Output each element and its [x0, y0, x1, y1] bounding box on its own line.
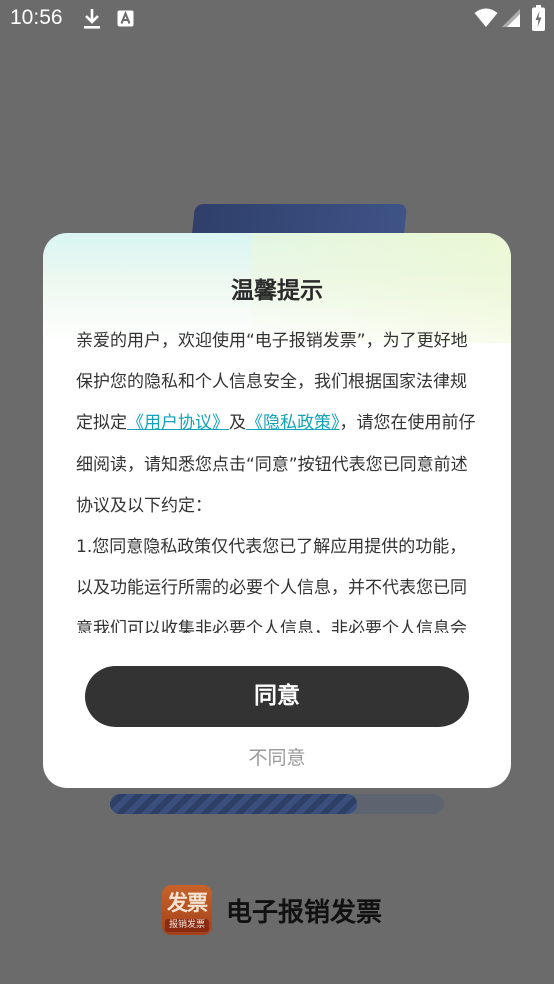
- user-agreement-link[interactable]: 《用户协议》: [127, 413, 229, 433]
- wifi-icon: [474, 8, 498, 27]
- loading-progress-bar: [110, 794, 444, 814]
- dialog-title: 温馨提示: [231, 278, 323, 304]
- battery-charging-icon: [532, 5, 545, 31]
- download-icon: [84, 9, 100, 29]
- dialog-paragraph-2: 1.您同意隐私政策仅代表您已了解应用提供的功能，以及功能运行所需的必要个人信息，…: [76, 537, 467, 633]
- loading-progress-fill: [110, 794, 358, 814]
- privacy-policy-link[interactable]: 《隐私政策》: [246, 413, 340, 433]
- disagree-button[interactable]: 不同意: [43, 743, 511, 770]
- dialog-body[interactable]: 亲爱的用户，欢迎使用“电子报销发票”，为了更好地保护您的隐私和个人信息安全，我们…: [76, 321, 482, 633]
- privacy-dialog: 温馨提示 亲爱的用户，欢迎使用“电子报销发票”，为了更好地保护您的隐私和个人信息…: [43, 233, 511, 788]
- font-a-icon: [117, 10, 134, 27]
- status-time: 10:56: [10, 6, 63, 29]
- signal-icon: [502, 9, 520, 27]
- app-logo-top-text: 发票: [167, 891, 208, 915]
- app-logo-bottom-text: 报销发票: [165, 919, 209, 932]
- app-name: 电子报销发票: [226, 897, 383, 928]
- status-bar: 10:56: [0, 0, 554, 38]
- paragraph-1-connector: 及: [229, 413, 246, 434]
- app-logo: 发票 报销发票: [162, 885, 212, 935]
- dialog-paragraph-1: 亲爱的用户，欢迎使用“电子报销发票”，为了更好地保护您的隐私和个人信息安全，我们…: [76, 321, 482, 527]
- app-brand: 发票 报销发票 电子报销发票: [162, 884, 382, 936]
- agree-button[interactable]: 同意: [85, 666, 469, 727]
